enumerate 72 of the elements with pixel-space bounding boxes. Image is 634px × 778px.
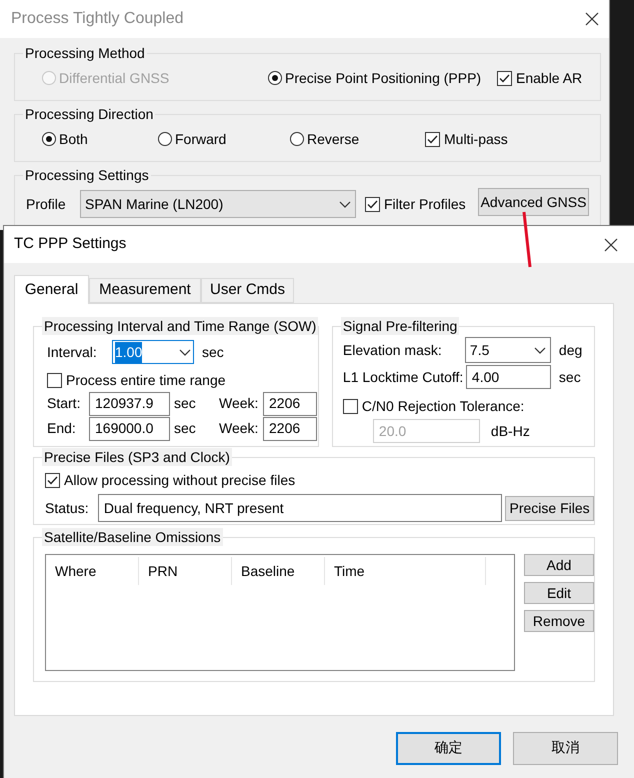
group-label: Precise Files (SP3 and Clock): [42, 448, 232, 466]
push-button[interactable]: Precise Files: [505, 496, 594, 520]
field-label: Start:: [47, 394, 82, 413]
checkbox-label: Filter Profiles: [384, 194, 466, 214]
checkbox[interactable]: [365, 196, 380, 212]
dialog-button[interactable]: 取消: [513, 732, 618, 765]
tab[interactable]: User Cmds: [201, 278, 294, 303]
chevron-icon: [339, 200, 351, 208]
radio-button[interactable]: [42, 132, 56, 146]
radio-label: Forward: [175, 130, 226, 148]
field-label: Status:: [45, 498, 90, 518]
column-header[interactable]: Baseline: [232, 557, 325, 585]
chevron-icon: [534, 346, 546, 354]
field-label: Week:: [219, 419, 260, 438]
field-label: Profile: [26, 194, 67, 214]
field-label: Week:: [219, 394, 260, 413]
text-field[interactable]: 169000.0: [89, 416, 170, 440]
push-button[interactable]: Remove: [524, 610, 594, 632]
tab[interactable]: Measurement: [89, 278, 201, 303]
checkbox[interactable]: [497, 70, 512, 86]
column-header[interactable]: Time: [325, 557, 486, 585]
tab[interactable]: General: [14, 275, 89, 304]
text-field[interactable]: 120937.9: [89, 392, 170, 416]
unit-label: sec: [174, 394, 197, 413]
push-button[interactable]: Advanced GNSS: [478, 188, 589, 216]
unit-label: dB-Hz: [490, 422, 530, 440]
text-field[interactable]: 2206: [263, 392, 317, 416]
group-label: Processing Interval and Time Range (SOW): [42, 317, 318, 335]
column-header[interactable]: Where: [46, 557, 139, 585]
checkbox[interactable]: [342, 398, 358, 414]
checkbox[interactable]: [425, 132, 440, 146]
checkbox-label: Allow processing without precise files: [64, 471, 296, 490]
field-label: L1 Locktime Cutoff:: [342, 368, 464, 386]
annotation-line: [522, 211, 532, 269]
dialog-title: TC PPP Settings: [14, 234, 126, 254]
group-label: Satellite/Baseline Omissions: [42, 528, 223, 546]
radio-label: Differential GNSS: [59, 68, 170, 88]
radio-button[interactable]: [290, 132, 304, 146]
radio-label: Precise Point Positioning (PPP): [285, 68, 482, 88]
checkbox[interactable]: [47, 372, 62, 388]
close-icon[interactable]: [585, 12, 599, 26]
checkbox[interactable]: [45, 473, 60, 488]
column-header[interactable]: PRN: [139, 557, 232, 585]
checkbox-label: C/N0 Rejection Tolerance:: [362, 396, 524, 416]
text-field[interactable]: Dual frequency, NRT present: [98, 494, 502, 522]
checkbox-label: Enable AR: [516, 68, 582, 88]
unit-label: sec: [202, 342, 224, 362]
radio-label: Both: [59, 130, 88, 148]
push-button[interactable]: Edit: [524, 582, 594, 604]
dialog-button[interactable]: 确定: [396, 732, 501, 765]
push-button[interactable]: Add: [524, 554, 594, 576]
radio-button[interactable]: [158, 132, 172, 146]
chevron-icon: [179, 348, 191, 356]
list-view[interactable]: Where PRN Baseline Time: [45, 554, 515, 671]
text-field[interactable]: 4.00: [466, 365, 551, 389]
elevation-dropdown[interactable]: 7.5: [464, 337, 551, 363]
window-title: Process Tightly Coupled: [11, 9, 184, 29]
profile-dropdown[interactable]: SPAN Marine (LN200): [80, 190, 356, 218]
checkbox-label: Process entire time range: [66, 370, 226, 390]
group-label: Signal Pre-filtering: [340, 317, 460, 335]
radio-label: Reverse: [307, 130, 360, 148]
text-field[interactable]: 2206: [263, 416, 317, 440]
field-label: End:: [47, 419, 77, 438]
radio-button[interactable]: [268, 71, 282, 85]
checkbox-label: Multi-pass: [444, 130, 508, 149]
unit-label: sec: [558, 368, 581, 386]
field-label: Elevation mask:: [342, 340, 443, 360]
field-label: Interval:: [47, 342, 98, 362]
interval-dropdown[interactable]: 1.00: [112, 340, 194, 364]
unit-label: sec: [174, 419, 197, 438]
unit-label: deg: [558, 340, 582, 360]
close-icon[interactable]: [604, 238, 618, 252]
